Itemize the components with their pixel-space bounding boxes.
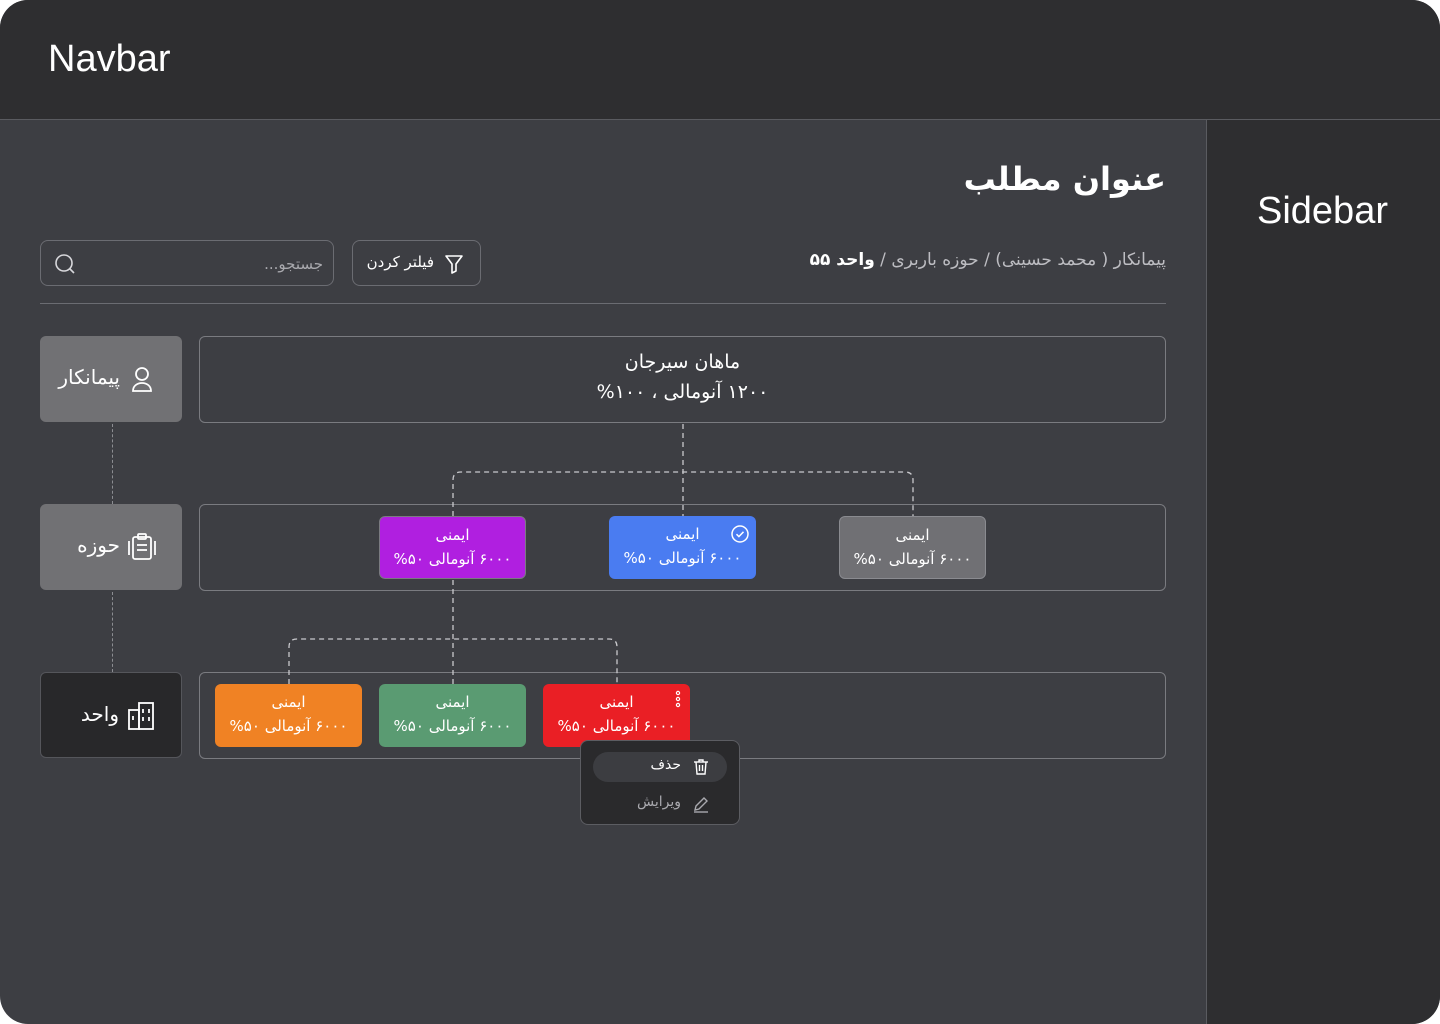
row-contractor: ماهان سیرجان ۱۲۰۰ آنومالی ، ۱۰۰%: [199, 336, 1166, 423]
node-value: ۶۰۰۰ آنومالی ۵۰%: [853, 550, 972, 568]
menu-item-edit[interactable]: ویرایش: [593, 789, 727, 819]
domain-node[interactable]: ایمنی ۶۰۰۰ آنومالی ۵۰%: [379, 516, 526, 579]
menu-item-edit-label: ویرایش: [636, 794, 681, 810]
node-value: ۶۰۰۰ آنومالی ۵۰%: [557, 717, 676, 735]
root-node-name[interactable]: ماهان سیرجان: [200, 351, 1165, 373]
level-unit-label: واحد: [80, 702, 119, 726]
level-connector: [112, 424, 113, 504]
user-icon: [132, 367, 152, 392]
node-label: ایمنی: [599, 693, 634, 711]
level-contractor[interactable]: پیمانکار: [40, 336, 182, 422]
level-contractor-label: پیمانکار: [58, 365, 120, 389]
sidebar: Sidebar: [1206, 120, 1440, 1024]
breadcrumb: پیمانکار ( محمد حسینی) / حوزه باربری / و…: [810, 250, 1166, 270]
filter-button-label: فیلتر کردن: [366, 253, 434, 271]
filter-button[interactable]: فیلتر کردن: [352, 240, 481, 286]
search-input[interactable]: [89, 249, 325, 279]
clipboard-icon: [128, 533, 156, 560]
root-node-value: ۱۲۰۰ آنومالی ، ۱۰۰%: [596, 381, 769, 403]
toolbar-divider: [40, 303, 1166, 304]
domain-node-selected[interactable]: ایمنی ۶۰۰۰ آنومالی ۵۰%: [609, 516, 756, 579]
menu-item-delete-label: حذف: [650, 757, 681, 773]
node-value: ۶۰۰۰ آنومالی ۵۰%: [393, 717, 512, 735]
search-box[interactable]: [40, 240, 334, 286]
menu-item-delete[interactable]: حذف: [593, 752, 727, 782]
node-label: ایمنی: [435, 526, 470, 544]
domain-node[interactable]: ایمنی ۶۰۰۰ آنومالی ۵۰%: [839, 516, 986, 579]
node-label: ایمنی: [435, 693, 470, 711]
trash-icon: [694, 759, 708, 775]
page-title: عنوان مطلب: [963, 160, 1166, 198]
building-icon: [128, 702, 154, 730]
level-domain[interactable]: حوزه: [40, 504, 182, 590]
node-value: ۶۰۰۰ آنومالی ۵۰%: [229, 717, 348, 735]
more-options-icon[interactable]: [673, 690, 683, 708]
navbar-title: Navbar: [48, 38, 171, 80]
pencil-icon: [694, 797, 708, 813]
node-context-menu: حذف ویرایش: [580, 740, 740, 825]
breadcrumb-path[interactable]: پیمانکار ( محمد حسینی) / حوزه باربری /: [875, 250, 1166, 270]
app-frame: Navbar Sidebar عنوان مطلب پیمانکار ( محم…: [0, 0, 1440, 1024]
breadcrumb-current: واحد ۵۵: [809, 250, 875, 270]
check-circle-icon: [731, 525, 749, 543]
level-unit[interactable]: واحد: [40, 672, 182, 758]
unit-node[interactable]: ایمنی ۶۰۰۰ آنومالی ۵۰%: [379, 684, 526, 747]
node-value: ۶۰۰۰ آنومالی ۵۰%: [623, 549, 742, 567]
unit-node[interactable]: ایمنی ۶۰۰۰ آنومالی ۵۰%: [543, 684, 690, 747]
level-domain-label: حوزه: [77, 533, 120, 557]
node-label: ایمنی: [895, 526, 930, 544]
unit-node[interactable]: ایمنی ۶۰۰۰ آنومالی ۵۰%: [215, 684, 362, 747]
level-connector: [112, 592, 113, 672]
search-icon: [55, 254, 75, 274]
node-label: ایمنی: [271, 693, 306, 711]
filter-icon: [445, 255, 463, 274]
node-value: ۶۰۰۰ آنومالی ۵۰%: [393, 550, 512, 568]
navbar: Navbar: [0, 0, 1440, 120]
sidebar-title: Sidebar: [1257, 190, 1388, 232]
